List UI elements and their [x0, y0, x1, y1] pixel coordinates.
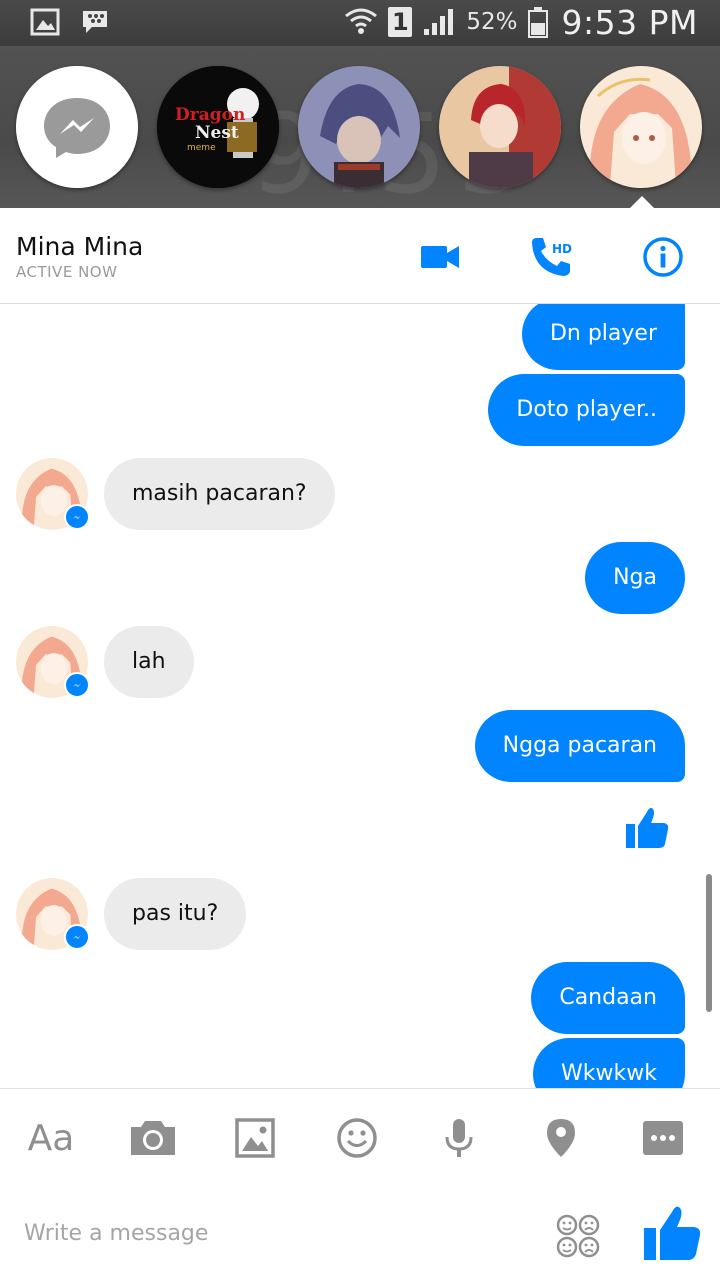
text-format-button[interactable]: Aa [26, 1113, 76, 1163]
bbm-notification-icon [83, 11, 107, 33]
status-bar: 1 52% 9:53 PM [0, 0, 720, 46]
gallery-notification-icon [30, 8, 60, 36]
anime-boy-avatar [298, 66, 420, 188]
more-icon [643, 1121, 683, 1155]
battery-percent: 52% [466, 9, 518, 35]
camera-button[interactable] [128, 1113, 178, 1163]
message-outgoing[interactable]: Ngga pacaran [474, 710, 685, 782]
messenger-badge-icon [64, 504, 90, 530]
emoji-icon [337, 1118, 377, 1158]
messenger-logo-icon [16, 66, 138, 188]
conversation-header: Mina Mina ACTIVE NOW HD [0, 208, 720, 304]
dragon-nest-avatar: Dragon Nest meme [157, 66, 279, 188]
svg-text:Nest: Nest [195, 123, 239, 143]
battery-icon [527, 7, 548, 38]
info-icon [643, 237, 683, 277]
chat-panel: Mina Mina ACTIVE NOW HD Dn player Doto p… [0, 208, 720, 1280]
location-button[interactable] [536, 1113, 586, 1163]
camera-icon [131, 1121, 175, 1155]
anime-redhead-avatar [439, 66, 561, 188]
chat-head-anime-redhead[interactable] [439, 66, 561, 188]
location-icon [547, 1119, 575, 1157]
message-outgoing[interactable]: Candaan [531, 962, 685, 1034]
messenger-badge-icon [64, 924, 90, 950]
hd-voice-call-button[interactable] [528, 234, 574, 280]
conversation-info-button[interactable] [640, 234, 686, 280]
mina-mina-avatar [580, 66, 702, 188]
composer-toolbar: Aa [0, 1088, 720, 1185]
message-outgoing[interactable]: Nga [585, 542, 685, 614]
video-call-button[interactable] [417, 234, 463, 280]
message-composer [0, 1184, 720, 1280]
chat-head-anime-boy[interactable] [298, 66, 420, 188]
sim-slot-indicator: 1 [388, 7, 413, 37]
hd-voice-call-icon [532, 238, 570, 276]
chat-head-dragon-nest[interactable]: Dragon Nest meme [157, 66, 279, 188]
svg-text:Dragon: Dragon [175, 105, 245, 125]
contact-name[interactable]: Mina Mina [16, 232, 143, 261]
message-outgoing[interactable]: Wkwkwk [533, 1038, 685, 1088]
message-incoming[interactable]: masih pacaran? [104, 458, 335, 530]
messenger-chat-head[interactable] [16, 66, 138, 188]
sender-avatar[interactable] [16, 458, 90, 530]
message-incoming[interactable]: lah [104, 626, 194, 698]
contact-status: ACTIVE NOW [16, 263, 118, 281]
status-time: 9:53 PM [561, 2, 698, 42]
emoji-button[interactable] [332, 1113, 382, 1163]
sender-avatar[interactable] [16, 626, 90, 698]
hd-badge: HD [552, 242, 573, 256]
messenger-badge-icon [64, 672, 90, 698]
message-scrollbar[interactable] [706, 874, 712, 1012]
video-call-icon [421, 246, 459, 268]
message-outgoing[interactable]: Dn player [521, 304, 685, 370]
stickers-icon[interactable] [554, 1212, 602, 1260]
message-input[interactable] [22, 1210, 506, 1256]
wifi-icon [345, 8, 378, 34]
voice-message-button[interactable] [434, 1113, 484, 1163]
chat-head-mina-mina[interactable] [580, 66, 702, 188]
gallery-button[interactable] [230, 1113, 280, 1163]
message-list[interactable]: Dn player Doto player.. masih pacaran? N… [0, 304, 720, 1088]
sender-avatar[interactable] [16, 878, 90, 950]
svg-text:meme: meme [187, 143, 216, 153]
gallery-icon [235, 1118, 275, 1158]
send-like-button[interactable] [642, 1202, 702, 1262]
more-button[interactable] [638, 1113, 688, 1163]
message-incoming[interactable]: pas itu? [104, 878, 247, 950]
chat-heads-bar: 9:53 Dragon Nest meme [0, 46, 720, 218]
microphone-icon [445, 1119, 473, 1157]
signal-icon [424, 9, 454, 35]
message-outgoing[interactable]: Doto player.. [488, 374, 685, 446]
thumbs-up-icon[interactable] [624, 804, 670, 850]
